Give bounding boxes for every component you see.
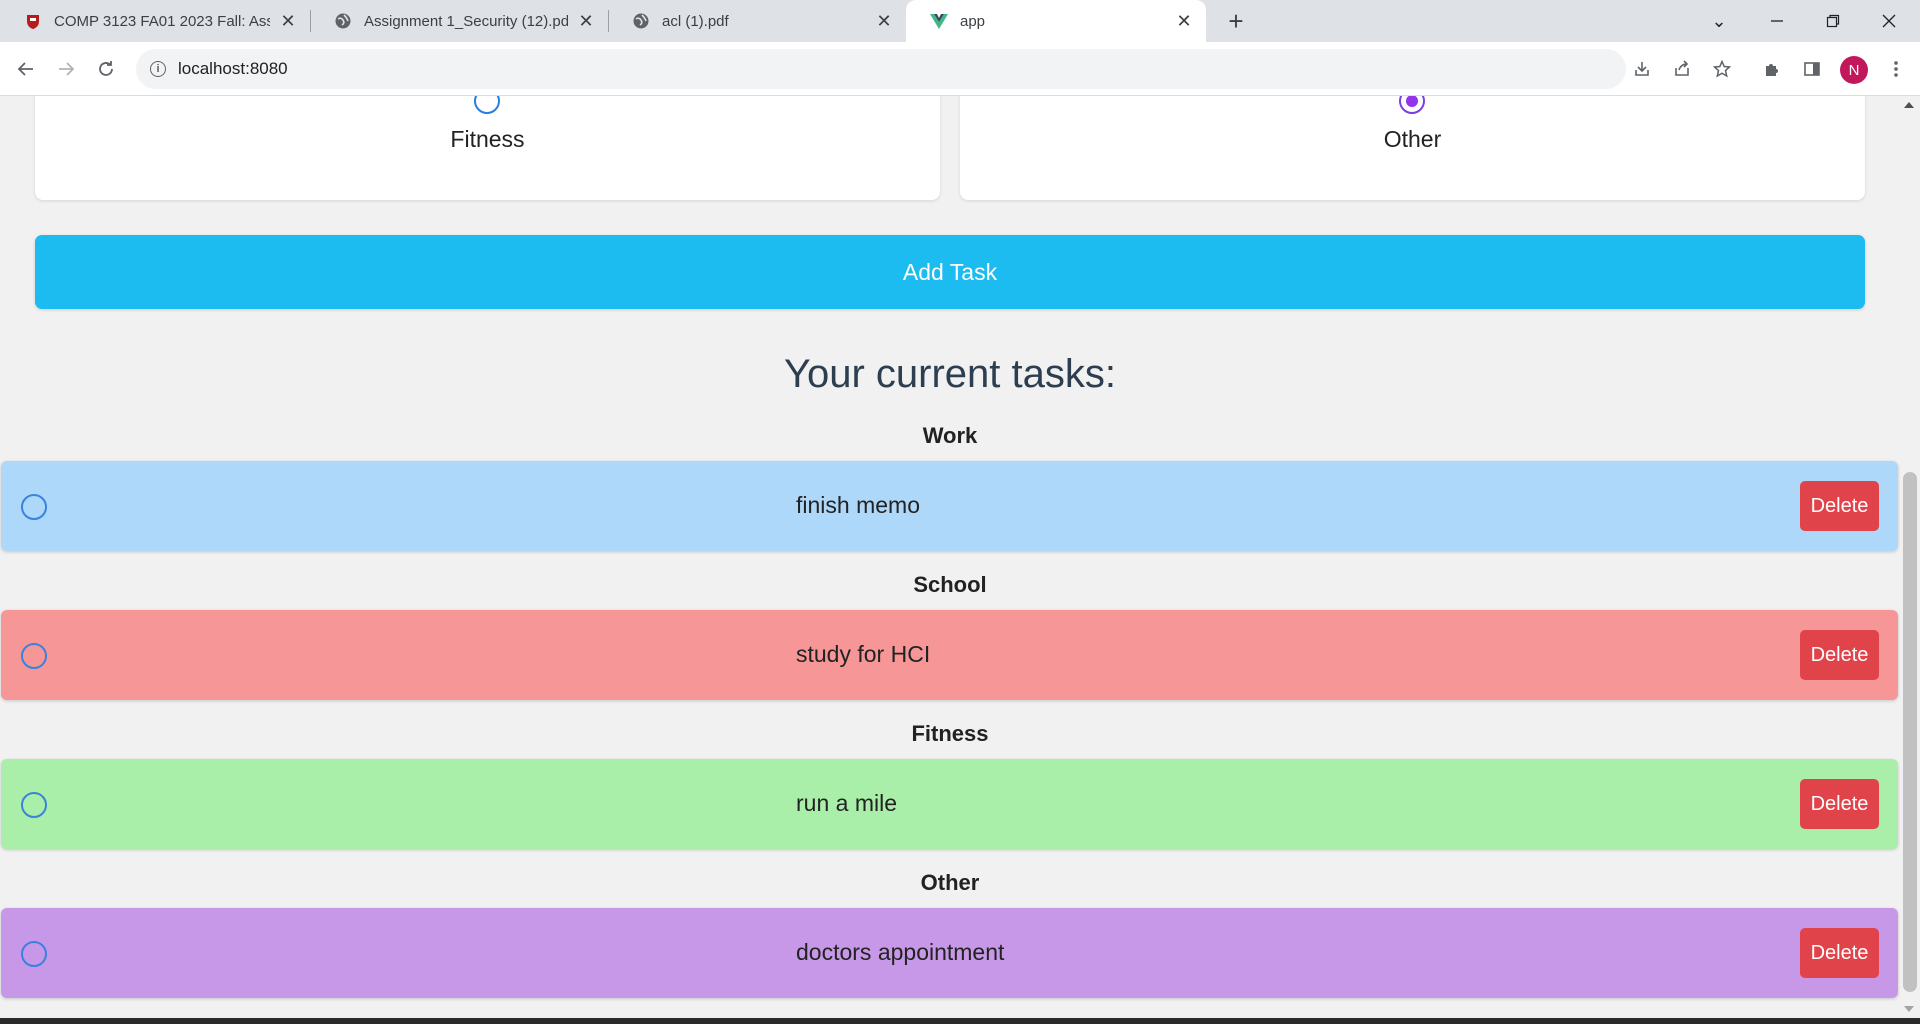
close-icon[interactable]: ✕ [874, 11, 894, 31]
address-bar[interactable]: i localhost:8080 [136, 49, 1626, 89]
group-label-school: School [913, 572, 987, 597]
bookmark-star-icon[interactable] [1706, 53, 1738, 85]
tab-assignment-pdf[interactable]: Assignment 1_Security (12).pdf ✕ [310, 0, 608, 42]
kebab-menu-icon[interactable] [1880, 53, 1912, 85]
task-text: finish memo [796, 492, 920, 518]
task-text: study for HCI [796, 641, 931, 667]
browser-tab-strip: COMP 3123 FA01 2023 Fall: Assi ✕ Assignm… [0, 0, 1920, 42]
group-label-other: Other [920, 870, 980, 895]
browser-toolbar: i localhost:8080 N [0, 42, 1920, 96]
group-label-fitness: Fitness [911, 721, 989, 746]
vue-logo-icon [930, 12, 948, 30]
tab-search-chevron-icon[interactable]: ⌄ [1696, 0, 1742, 42]
category-radio-other[interactable] [1399, 96, 1425, 114]
add-task-button[interactable]: Add Task [35, 235, 1865, 309]
extensions-puzzle-icon[interactable] [1756, 53, 1788, 85]
task-row-school: study for HCI Delete [1, 610, 1898, 700]
category-radio-fitness[interactable] [474, 96, 500, 114]
delete-button[interactable]: Delete [1800, 630, 1879, 680]
school-crest-icon [24, 12, 42, 30]
url-text: localhost:8080 [178, 59, 288, 78]
taskbar-edge [0, 1018, 1920, 1024]
site-info-icon[interactable]: i [150, 61, 166, 77]
globe-icon [632, 12, 650, 30]
delete-button[interactable]: Delete [1800, 928, 1879, 978]
tab-title: COMP 3123 FA01 2023 Fall: Assi [54, 12, 270, 30]
close-icon[interactable]: ✕ [1174, 11, 1194, 31]
delete-button[interactable]: Delete [1800, 779, 1879, 829]
category-label: Other [1383, 126, 1442, 152]
category-label: Fitness [450, 126, 525, 152]
tab-comp3123[interactable]: COMP 3123 FA01 2023 Fall: Assi ✕ [0, 0, 310, 42]
category-card-fitness[interactable]: Fitness [35, 96, 940, 200]
new-tab-button[interactable]: + [1220, 5, 1252, 37]
task-row-work: finish memo Delete [1, 461, 1898, 551]
task-complete-radio[interactable] [21, 494, 47, 520]
delete-button[interactable]: Delete [1800, 481, 1879, 531]
task-complete-radio[interactable] [21, 643, 47, 669]
close-icon[interactable]: ✕ [576, 11, 596, 31]
tab-title: Assignment 1_Security (12).pdf [364, 12, 568, 30]
group-label-work: Work [922, 423, 978, 448]
page-viewport: Fitness Other Add Task Your current task… [0, 96, 1900, 1018]
install-app-icon[interactable] [1626, 53, 1658, 85]
category-card-other[interactable]: Other [960, 96, 1865, 200]
task-row-other: doctors appointment Delete [1, 908, 1898, 998]
task-complete-radio[interactable] [21, 792, 47, 818]
tab-title: acl (1).pdf [662, 12, 729, 30]
restore-icon[interactable] [1810, 0, 1856, 42]
side-panel-icon[interactable] [1796, 53, 1828, 85]
scroll-up-icon[interactable] [1904, 102, 1914, 108]
minimize-icon[interactable] [1754, 0, 1800, 42]
reload-icon[interactable] [90, 53, 122, 85]
tasks-heading: Your current tasks: [783, 352, 1116, 396]
forward-arrow-icon[interactable] [50, 53, 82, 85]
avatar[interactable]: N [1840, 56, 1868, 84]
task-text: doctors appointment [796, 939, 1005, 965]
share-icon[interactable] [1666, 53, 1698, 85]
tab-acl-pdf[interactable]: acl (1).pdf ✕ [608, 0, 906, 42]
back-arrow-icon[interactable] [10, 53, 42, 85]
close-window-icon[interactable] [1866, 0, 1912, 42]
tab-title: app [960, 12, 986, 30]
scrollbar-thumb[interactable] [1903, 472, 1917, 992]
close-icon[interactable]: ✕ [278, 11, 298, 31]
task-complete-radio[interactable] [21, 941, 47, 967]
tab-app[interactable]: app ✕ [906, 0, 1206, 42]
task-row-fitness: run a mile Delete [1, 759, 1898, 849]
task-text: run a mile [796, 790, 897, 816]
scroll-down-icon[interactable] [1904, 1006, 1914, 1012]
globe-icon [334, 12, 352, 30]
page-scrollbar[interactable] [1900, 96, 1920, 1018]
